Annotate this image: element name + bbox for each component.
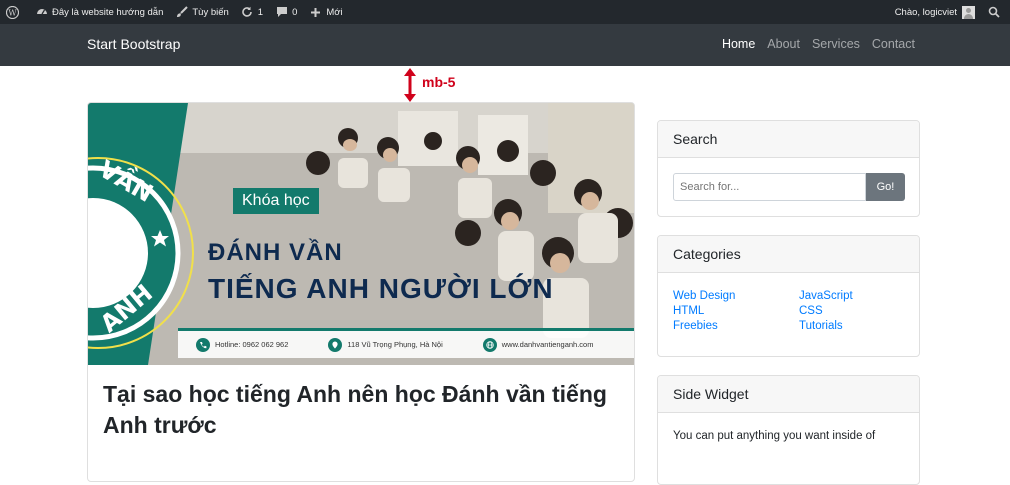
categories-widget: Categories Web Design JavaScript HTML CS…: [657, 235, 920, 357]
plus-icon: [309, 6, 322, 19]
side-widget-text: You can put anything you want inside of: [673, 430, 876, 442]
hotline-text: Hotline: 0962 062 962: [215, 340, 289, 349]
nav-services[interactable]: Services: [812, 37, 860, 51]
updates-link[interactable]: 1: [235, 0, 269, 24]
categories-list: Web Design JavaScript HTML CSS Freebies …: [673, 290, 913, 332]
customize-link[interactable]: Tùy biến: [169, 0, 234, 24]
new-content-link[interactable]: Mới: [303, 0, 348, 24]
wp-admin-bar: W Đây là website hướng dẫn Tùy biến 1 0 …: [0, 0, 1010, 24]
search-go-button[interactable]: Go!: [866, 173, 905, 201]
dashboard-icon: [35, 6, 48, 19]
double-arrow-icon: [404, 68, 416, 102]
new-label: Mới: [326, 6, 343, 18]
customize-label: Tùy biến: [192, 6, 229, 18]
categories-widget-title: Categories: [658, 236, 919, 273]
post-title[interactable]: Tại sao học tiếng Anh nên học Đánh vần t…: [103, 379, 623, 441]
wordpress-logo-button[interactable]: W: [0, 0, 29, 24]
site-name-link[interactable]: Đây là website hướng dẫn: [29, 0, 169, 24]
svg-text:W: W: [8, 8, 17, 17]
category-link[interactable]: HTML: [673, 305, 799, 317]
classroom-photo: VẦN ANH: [88, 103, 634, 365]
nav-links: Home About Services Contact: [722, 37, 915, 51]
side-widget: Side Widget You can put anything you wan…: [657, 375, 920, 485]
search-icon: [987, 6, 1000, 19]
refresh-icon: [241, 6, 254, 19]
admin-search-button[interactable]: [981, 0, 1010, 24]
globe-icon: [482, 337, 497, 352]
nav-contact[interactable]: Contact: [872, 37, 915, 51]
updates-count: 1: [257, 6, 264, 18]
side-widget-title: Side Widget: [658, 376, 919, 413]
category-link[interactable]: Tutorials: [799, 320, 909, 332]
nav-home[interactable]: Home: [722, 37, 755, 51]
banner-contact-bar: Hotline: 0962 062 962 118 Vũ Trọng Phụng…: [178, 328, 634, 358]
blog-post-card: VẦN ANH Khóa học ĐÁNH VẦN TIẾNG ANH NGƯỜ…: [87, 102, 635, 482]
banner-line-2: TIẾNG ANH NGƯỜI LỚN: [208, 273, 554, 304]
category-link[interactable]: Web Design: [673, 290, 799, 302]
wordpress-icon: W: [6, 5, 19, 19]
banner-line-1: ĐÁNH VẦN: [208, 239, 343, 266]
phone-icon: [196, 337, 210, 352]
category-link[interactable]: CSS: [799, 305, 909, 317]
comments-link[interactable]: 0: [269, 0, 303, 24]
website-text: www.danhvantienganh.com: [501, 340, 594, 349]
comment-icon: [275, 6, 288, 19]
location-pin-icon: [328, 337, 343, 352]
category-link[interactable]: Freebies: [673, 320, 799, 332]
my-account-link[interactable]: Chào, logicviet: [889, 0, 981, 24]
search-widget: Search Go!: [657, 120, 920, 217]
course-badge: Khóa học: [233, 188, 319, 214]
brush-icon: [175, 6, 188, 19]
search-input[interactable]: [673, 173, 866, 201]
greeting-label: Chào, logicviet: [894, 6, 957, 18]
search-widget-title: Search: [658, 121, 919, 158]
annotation-label: mb-5: [422, 74, 456, 90]
search-form: Go!: [673, 173, 905, 201]
navbar: Start Bootstrap Home About Services Cont…: [0, 24, 1010, 66]
post-image[interactable]: VẦN ANH Khóa học ĐÁNH VẦN TIẾNG ANH NGƯỜ…: [88, 103, 634, 365]
comments-count: 0: [292, 6, 298, 18]
navbar-brand[interactable]: Start Bootstrap: [87, 36, 180, 52]
avatar: [962, 5, 975, 19]
site-name-label: Đây là website hướng dẫn: [52, 6, 164, 18]
nav-about[interactable]: About: [767, 37, 800, 51]
category-link[interactable]: JavaScript: [799, 290, 909, 302]
address-text: 118 Vũ Trọng Phụng, Hà Nội: [347, 340, 443, 349]
